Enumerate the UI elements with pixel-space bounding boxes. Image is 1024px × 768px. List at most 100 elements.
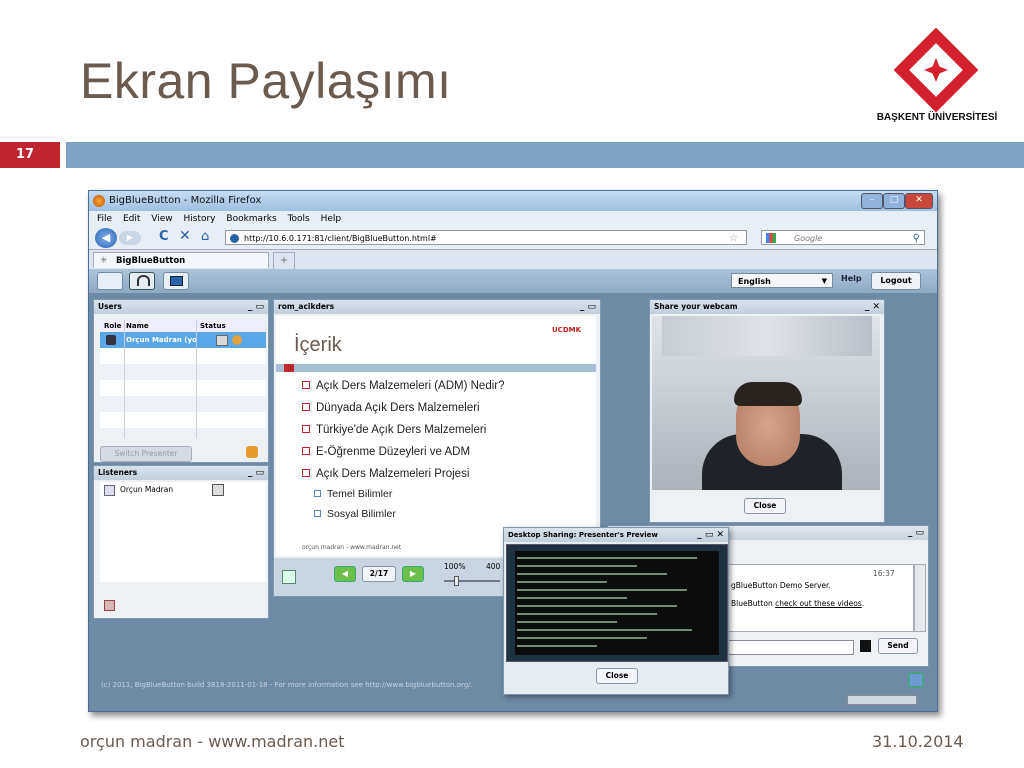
bookmark-star-icon[interactable]: ☆ [729, 231, 738, 246]
chat-time: 16:37 [873, 569, 895, 578]
mute-icon[interactable] [212, 484, 224, 496]
navigation-bar: ◀ ▶ C ✕ ⌂ http://10.6.0.171:81/client/Bi… [89, 227, 937, 249]
panel-controls[interactable]: _ ▭ [580, 300, 596, 314]
status-scrollbar[interactable] [847, 695, 917, 705]
header-band [66, 142, 1024, 168]
footer-author: orçun madran - www.madran.net [80, 732, 345, 751]
site-identity-icon[interactable] [230, 234, 239, 243]
person-hair [734, 382, 802, 406]
menu-tools[interactable]: Tools [288, 214, 310, 224]
presenter-icon [232, 335, 242, 345]
panel-controls[interactable]: _ ✕ [865, 300, 880, 314]
listeners-list: Orçun Madran [100, 482, 266, 582]
menu-bookmarks[interactable]: Bookmarks [226, 214, 276, 224]
back-button[interactable]: ◀ [95, 228, 117, 248]
webcam-close-button[interactable]: Close [744, 498, 786, 514]
panel-controls[interactable]: _ ▭ [248, 300, 264, 314]
page-number: 17 [0, 142, 60, 168]
chevron-down-icon: ▼ [821, 277, 827, 285]
stop-icon[interactable]: ✕ [179, 228, 191, 244]
close-button[interactable]: ✕ [905, 193, 933, 209]
slide-inner-title: İçerik [294, 334, 342, 356]
send-button[interactable]: Send [878, 638, 918, 654]
footer-date: 31.10.2014 [872, 732, 964, 751]
mute-all-icon[interactable] [104, 600, 115, 611]
menu-file[interactable]: File [97, 214, 112, 224]
bullet-item: Dünyada Açık Ders Malzemeleri [302, 402, 480, 414]
language-value: English [738, 277, 771, 286]
search-icon[interactable]: ⚲ [913, 231, 920, 246]
webcam-title: Share your webcam [654, 302, 738, 311]
bullet-item: Türkiye'de Açık Ders Malzemeleri [302, 424, 486, 436]
google-icon [766, 233, 776, 243]
headset-icon[interactable] [129, 272, 155, 290]
column-divider [196, 320, 197, 438]
color-picker[interactable] [860, 640, 871, 652]
forward-button[interactable]: ▶ [119, 231, 141, 245]
window-title: BigBlueButton - Mozilla Firefox [109, 195, 262, 206]
menu-help[interactable]: Help [321, 214, 342, 224]
new-tab-button[interactable]: + [273, 252, 295, 269]
tray-icon[interactable] [909, 673, 923, 687]
minimize-button[interactable]: – [861, 193, 883, 209]
users-panel-header: Users _ ▭ [94, 300, 268, 314]
tab-bar: ✳ BigBlueButton + [89, 249, 937, 270]
help-link[interactable]: Help [841, 274, 862, 283]
language-select[interactable]: English ▼ [731, 273, 833, 288]
maximize-button[interactable]: □ [883, 193, 905, 209]
listeners-panel: Listeners _ ▭ Orçun Madran [93, 465, 269, 619]
moderator-icon [106, 335, 116, 345]
panel-controls[interactable]: _ ▭ [248, 466, 264, 480]
next-slide-button[interactable]: ▶ [402, 566, 424, 582]
raise-hand-icon[interactable] [246, 446, 258, 458]
slide-title: Ekran Paylaşımı [80, 53, 452, 109]
webcam-toolbar-icon[interactable] [97, 272, 123, 290]
logout-button[interactable]: Logout [871, 272, 921, 290]
bullet-item: Açık Ders Malzemeleri Projesi [302, 468, 469, 480]
users-table: Role Name Status Orçun Madran (yo [100, 320, 266, 438]
desktop-share-icon[interactable] [163, 272, 189, 290]
col-role[interactable]: Role [104, 320, 121, 332]
menu-edit[interactable]: Edit [123, 214, 140, 224]
sub-bullet-item: Sosyal Bilimler [314, 508, 396, 520]
listener-name: Orçun Madran [120, 485, 174, 494]
url-text: http://10.6.0.171:81/client/BigBlueButto… [244, 234, 437, 243]
tab-bigbluebutton[interactable]: ✳ BigBlueButton [93, 252, 269, 268]
bullet-item: Açık Ders Malzemeleri (ADM) Nedir? [302, 380, 505, 392]
home-icon[interactable]: ⌂ [201, 229, 209, 244]
menu-view[interactable]: View [151, 214, 172, 224]
speaker-icon [104, 485, 115, 496]
col-status[interactable]: Status [200, 320, 226, 332]
chat-scrollbar[interactable] [914, 564, 926, 632]
previous-slide-button[interactable]: ◀ [334, 566, 356, 582]
zoom-slider-handle[interactable] [454, 576, 459, 586]
desktop-sharing-header: Desktop Sharing: Presenter's Preview _ ▭… [504, 528, 728, 542]
slide-logo: UCDMK [552, 326, 582, 334]
zoom-slider[interactable] [444, 580, 500, 582]
upload-icon[interactable] [282, 570, 296, 584]
webcam-panel-header: Share your webcam _ ✕ [650, 300, 884, 314]
slide-number-marker [284, 364, 294, 372]
webcam-panel: Share your webcam _ ✕ Close [649, 299, 885, 523]
url-bar[interactable]: http://10.6.0.171:81/client/BigBlueButto… [225, 230, 747, 245]
webcam-status-icon [216, 335, 228, 346]
zoom-label-max: 400 [486, 562, 501, 571]
panel-controls[interactable]: _ ▭ [908, 526, 924, 540]
bigbluebutton-client: English ▼ Help Logout Users _ ▭ Role Nam… [89, 269, 937, 711]
users-title: Users [98, 302, 122, 311]
slide-view: İçerik UCDMK Açık Ders Malzemeleri (ADM)… [276, 316, 596, 556]
window-titlebar: BigBlueButton - Mozilla Firefox – □ ✕ [89, 191, 937, 211]
list-item[interactable]: Orçun Madran [100, 482, 266, 498]
search-placeholder: Google [794, 234, 823, 243]
reload-icon[interactable]: C [159, 229, 169, 244]
page-indicator[interactable]: 2/17 [362, 566, 396, 582]
menu-history[interactable]: History [183, 214, 215, 224]
switch-presenter-button[interactable]: Switch Presenter [100, 446, 192, 462]
col-name[interactable]: Name [126, 320, 149, 332]
search-bar[interactable]: Google ⚲ [761, 230, 925, 245]
desktop-sharing-close-button[interactable]: Close [596, 668, 638, 684]
presentation-panel-header: rom_acikders _ ▭ [274, 300, 600, 314]
videos-link[interactable]: check out these videos [775, 599, 862, 608]
panel-controls[interactable]: _ ▭ ✕ [697, 528, 724, 542]
slide-band [276, 364, 596, 372]
